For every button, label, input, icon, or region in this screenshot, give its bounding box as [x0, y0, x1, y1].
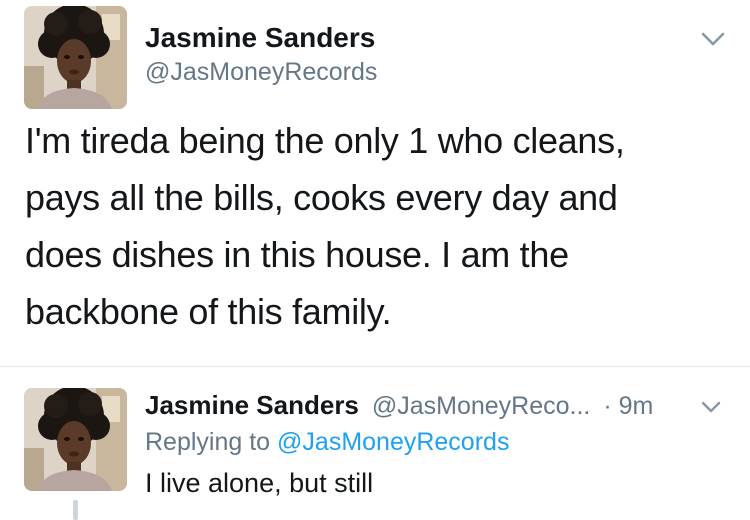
tweet-text: I'm tireda being the only 1 who cleans, … [25, 112, 725, 340]
author-name[interactable]: Jasmine Sanders [145, 22, 375, 54]
mention-link[interactable]: @JasMoneyRecords [277, 428, 509, 456]
chevron-down-icon[interactable] [700, 30, 726, 48]
tweet-text-line: backbone of this family. [25, 291, 392, 332]
main-tweet[interactable]: Jasmine Sanders @JasMoneyRecords I'm tir… [0, 0, 750, 366]
author-name[interactable]: Jasmine Sanders [145, 390, 359, 420]
tweet-text-line: I'm tireda being the only 1 who cleans, [25, 120, 625, 161]
tweet-text: I live alone, but still [145, 468, 374, 498]
profile-photo [24, 6, 127, 109]
author-handle[interactable]: @JasMoneyReco... [372, 392, 591, 420]
tweet-thread: Jasmine Sanders @JasMoneyRecords I'm tir… [0, 0, 750, 520]
reply-tweet[interactable]: Jasmine Sanders @JasMoneyReco... · 9m Re… [0, 368, 750, 520]
separator-dot: · [603, 392, 612, 420]
reply-header: Jasmine Sanders @JasMoneyReco... · 9m [145, 390, 653, 421]
divider [0, 366, 750, 367]
thread-connector [73, 500, 78, 520]
avatar[interactable] [24, 388, 127, 491]
author-handle[interactable]: @JasMoneyRecords [145, 58, 377, 87]
replying-to: Replying to @JasMoneyRecords [145, 428, 509, 457]
avatar[interactable] [24, 6, 127, 109]
tweet-text-line: does dishes in this house. I am the [25, 234, 569, 275]
tweet-text-line: pays all the bills, cooks every day and [25, 177, 618, 218]
replying-to-label: Replying to [145, 428, 271, 456]
chevron-down-icon[interactable] [700, 400, 722, 415]
profile-photo [24, 388, 127, 491]
timestamp[interactable]: 9m [619, 392, 654, 420]
